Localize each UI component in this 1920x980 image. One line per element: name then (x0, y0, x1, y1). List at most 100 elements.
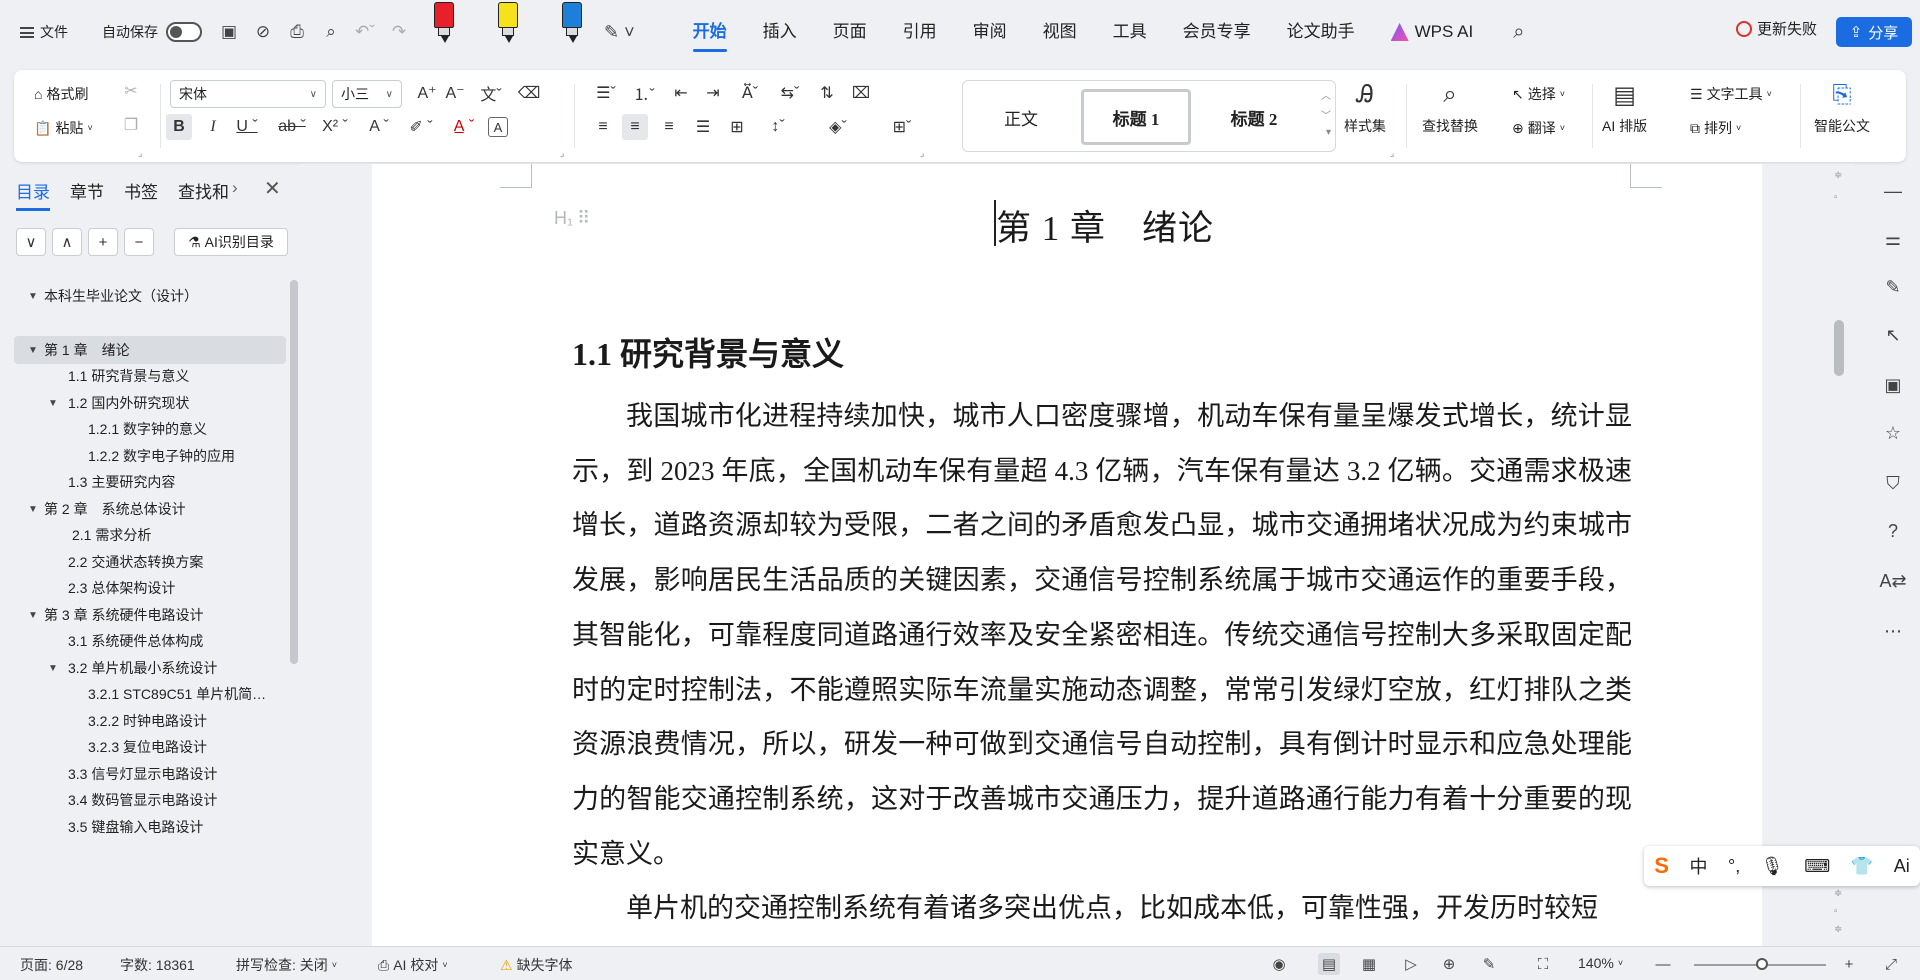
print-preview-icon[interactable]: ⌕ (320, 22, 342, 42)
play-icon[interactable]: ▷ (1400, 953, 1422, 975)
document-scrollbar[interactable] (1834, 320, 1844, 376)
text-tools-button[interactable]: ☰ 文字工具 ˅ (1690, 84, 1772, 104)
phonetic-guide-icon[interactable]: 文ˇ (474, 80, 508, 106)
file-menu-button[interactable]: 文件 (20, 22, 68, 42)
link-icon[interactable]: ⊘ (252, 22, 274, 42)
paragraph[interactable]: 单片机的交通控制系统有着诸多突出优点，比如成本低，可靠性强，开发历时较短 (572, 881, 1632, 936)
toc-item[interactable]: 3.3 信号灯显示电路设计 (68, 760, 217, 788)
font-color-icon[interactable]: A̲ ˇ (448, 114, 480, 140)
expand-up-icon[interactable]: ∧ (52, 228, 82, 256)
spellcheck-toggle[interactable]: 拼写检查: 关闭 ˅ (236, 955, 337, 975)
increase-indent-icon[interactable]: ⇥ (700, 80, 726, 106)
keyboard-icon[interactable]: ⌨ (1804, 856, 1830, 877)
zoom-slider-knob[interactable] (1756, 958, 1768, 970)
translate-side-icon[interactable]: A⇄ (1879, 570, 1906, 592)
font-expand-icon[interactable]: ⌟ (560, 148, 564, 159)
fit-page-icon[interactable]: ⛶ (1532, 953, 1554, 975)
font-name-select[interactable]: 宋体 ∨ (170, 80, 326, 108)
bold-icon[interactable]: B (166, 114, 192, 140)
tab-references[interactable]: 引用 (885, 0, 955, 64)
zoom-out-icon[interactable]: — (1652, 953, 1674, 975)
italic-icon[interactable]: I (200, 114, 226, 140)
pointer-icon[interactable]: ↖ (1882, 324, 1904, 346)
tab-view[interactable]: 视图 (1025, 0, 1095, 64)
char-border-icon[interactable]: A (488, 117, 508, 137)
toc-item[interactable]: 1.2.1 数字钟的意义 (88, 415, 207, 443)
ai-proofread-button[interactable]: ⎙ AI 校对 ˅ (378, 955, 448, 975)
styles-scroll-down-icon[interactable]: ﹀ (1321, 107, 1331, 122)
share-button[interactable]: ⇪ 分享 (1836, 17, 1912, 47)
undo-icon[interactable]: ↶ˇ (354, 22, 376, 42)
skin-icon[interactable]: 👕 (1851, 856, 1873, 877)
bullet-list-icon[interactable]: ☰ˇ (590, 80, 622, 106)
page-indicator[interactable]: 页面: 6/28 (20, 955, 83, 975)
nav-tab-toc[interactable]: 目录 (16, 178, 50, 211)
toc-item[interactable]: 3.1 系统硬件总体构成 (68, 627, 203, 655)
distributed-icon[interactable]: ⊞ (724, 114, 750, 140)
underline-icon[interactable]: U ˇ (232, 114, 262, 140)
toc-item[interactable]: ▼ 第 3 章 系统硬件电路设计 (28, 601, 203, 629)
star-icon[interactable]: ☆ (1882, 422, 1904, 444)
clear-format-icon[interactable]: ⌫ (516, 80, 542, 106)
decrease-indent-icon[interactable]: ⇤ (668, 80, 694, 106)
zoom-level[interactable]: 140% ˅ (1578, 955, 1623, 971)
nav-tab-chapters[interactable]: 章节 (70, 178, 104, 203)
text-direction-icon[interactable]: A⃡ˇ (734, 80, 766, 106)
body-text[interactable]: 我国城市化进程持续加快，城市人口密度骤增，机动车保有量呈爆发式增长，统计显示，到… (572, 389, 1632, 936)
style-normal[interactable]: 正文 (971, 89, 1071, 145)
styles-expand-icon[interactable]: ⌟ (1390, 148, 1394, 159)
toc-item[interactable]: ▼ 第 2 章 系统总体设计 (28, 495, 186, 523)
line-spacing-icon[interactable]: ⇆ˇ (774, 80, 806, 106)
expand-toggle-icon[interactable]: ▼ (28, 610, 44, 621)
toc-item[interactable]: ▼ 1.2 国内外研究现状 (48, 389, 189, 417)
chapter-title[interactable]: 第 1 章 绪论 (996, 200, 1214, 251)
strikethrough-icon[interactable]: ab ˇ (276, 114, 308, 140)
tab-wps-ai[interactable]: WPS AI (1373, 0, 1492, 64)
select-button[interactable]: ↖ 选择 ˅ (1512, 84, 1565, 104)
paragraph-spacing-icon[interactable]: ↕ˇ (762, 114, 794, 140)
close-icon[interactable]: ✕ (264, 176, 281, 201)
autosave-toggle[interactable] (166, 22, 202, 42)
toc-item[interactable]: 3.2.3 复位电路设计 (88, 733, 207, 761)
sort-icon[interactable]: ⇅ (814, 80, 840, 106)
globe-icon[interactable]: ⊕ (1438, 953, 1460, 975)
heading-drag-handle-icon[interactable]: H₁ ⠿ (554, 208, 590, 229)
style-heading-2[interactable]: 标题 2 (1199, 89, 1309, 145)
cut-icon[interactable]: ✂ (118, 78, 144, 104)
toc-item[interactable]: 2.1 需求分析 (72, 521, 151, 549)
toc-item[interactable]: ▼ 本科生毕业论文（设计） (28, 282, 198, 310)
save-icon[interactable]: ▣ (218, 22, 240, 42)
toc-item[interactable]: 3.4 数码管显示电路设计 (68, 786, 217, 814)
microphone-icon[interactable]: 🎙 (1761, 856, 1784, 877)
style-heading-1[interactable]: 标题 1 (1081, 89, 1191, 145)
pen-mode-icon[interactable]: ✎ (1478, 953, 1500, 975)
blue-marker-icon[interactable] (562, 2, 584, 43)
red-marker-icon[interactable] (434, 2, 456, 43)
sogou-logo-icon[interactable]: S (1654, 853, 1669, 879)
styles-scroll-up-icon[interactable]: ︿ (1321, 87, 1331, 102)
tab-thesis-assistant[interactable]: 论文助手 (1269, 0, 1373, 64)
copy-icon[interactable]: ❐ (118, 112, 144, 138)
redo-icon[interactable]: ↷ (388, 22, 410, 42)
search-icon[interactable]: ⌕ (1513, 21, 1524, 44)
justify-icon[interactable]: ☰ (690, 114, 716, 140)
expand-toggle-icon[interactable]: ▼ (48, 663, 68, 674)
increase-font-icon[interactable]: A⁺ (414, 80, 440, 106)
translate-button[interactable]: ⊕ 翻译 ˅ (1512, 118, 1565, 138)
toc-item[interactable]: 3.5 键盘输入电路设计 (68, 813, 203, 841)
page-view-icon[interactable]: ▤ (1318, 953, 1340, 975)
image-icon[interactable]: ▣ (1882, 374, 1904, 396)
shirt-icon[interactable]: ⛉ (1882, 472, 1904, 494)
punctuation-icon[interactable]: °, (1728, 856, 1740, 877)
edit-icon[interactable]: ✎ (1882, 276, 1904, 298)
text-effect-icon[interactable]: A ˇ (364, 114, 394, 140)
word-count[interactable]: 字数: 18361 (120, 955, 195, 975)
format-painter-button[interactable]: ⌂ 格式刷 (34, 84, 88, 104)
adjust-icon[interactable]: ⚌ (1882, 228, 1904, 250)
collapse-all-icon[interactable]: ∨ (16, 228, 46, 256)
borders-icon[interactable]: ⊞ˇ (886, 114, 918, 140)
ime-ai-button[interactable]: Ai (1894, 856, 1910, 877)
toc-item[interactable]: 1.3 主要研究内容 (68, 468, 175, 496)
decrease-font-icon[interactable]: A⁻ (442, 80, 468, 106)
tab-member[interactable]: 会员专享 (1165, 0, 1269, 64)
